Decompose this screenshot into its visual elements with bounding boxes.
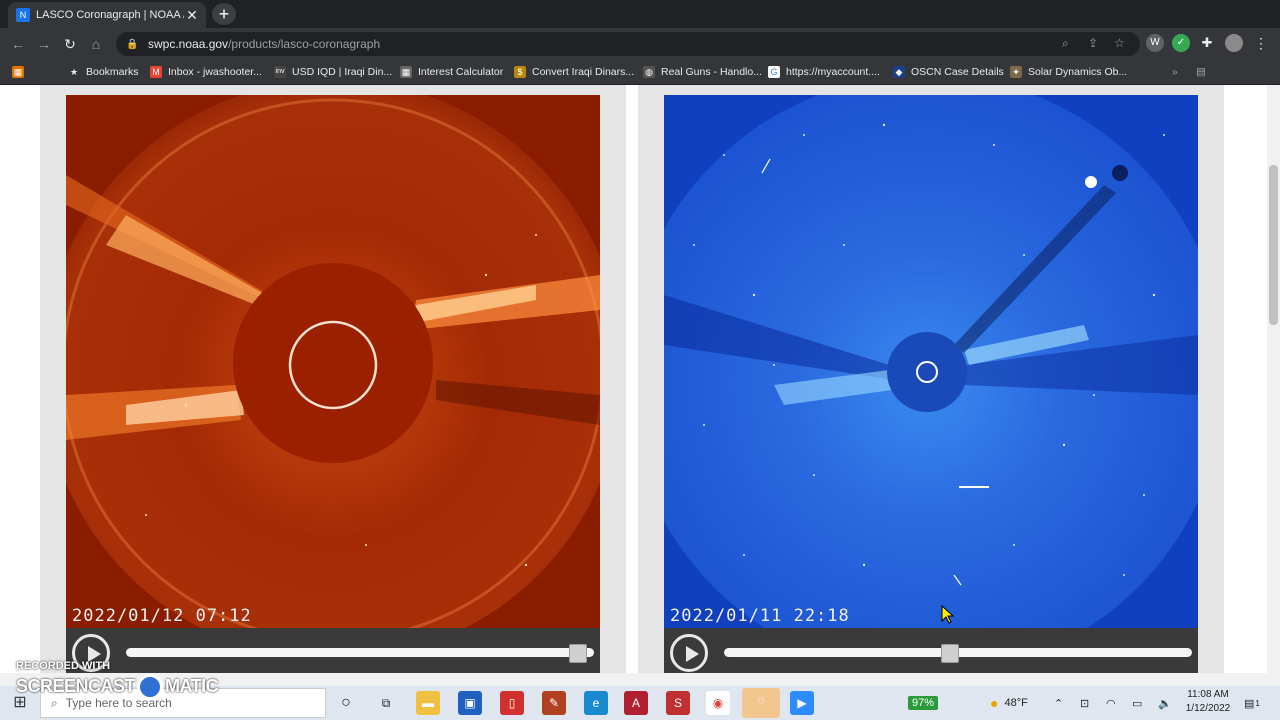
new-tab-button[interactable]: + (212, 3, 236, 25)
profile-avatar[interactable] (1225, 34, 1243, 52)
browser-tab[interactable]: N LASCO Coronagraph | NOAA / N ✕ (8, 2, 206, 28)
notifications-icon[interactable]: ▤ 1 (1244, 686, 1260, 720)
chrome-icon[interactable]: ◉ (706, 691, 730, 715)
battery-indicator[interactable]: 97% (908, 686, 939, 720)
extension-w-icon[interactable]: W (1146, 34, 1164, 52)
more-bookmarks-icon[interactable]: » (1172, 64, 1178, 80)
calculator-icon: ▦ (400, 66, 412, 78)
reading-list-icon[interactable]: ▤ (1196, 64, 1206, 80)
access-icon[interactable]: A (624, 691, 648, 715)
wifi-icon[interactable]: ◠ (1106, 686, 1116, 720)
weather-sun-icon: ● (990, 695, 999, 711)
back-icon[interactable]: ← (8, 34, 28, 54)
bookmark-item[interactable]: inv USD IQD | Iraqi Din... (274, 64, 392, 80)
power-icon[interactable]: ▭ (1132, 686, 1142, 720)
edge-icon[interactable]: e (584, 691, 608, 715)
volume-icon[interactable]: 🔈 (1158, 686, 1172, 720)
extension-check-icon[interactable]: ✓ (1172, 34, 1190, 52)
bookmark-item[interactable]: ✦ Solar Dynamics Ob... (1010, 64, 1127, 80)
tab-strip: N LASCO Coronagraph | NOAA / N ✕ + (0, 0, 1280, 28)
lock-icon: 🔒 (126, 38, 139, 50)
bookmark-item[interactable]: ★ Bookmarks (68, 64, 139, 80)
c3-image-svg (664, 95, 1198, 628)
meet-now-icon[interactable]: ⊡ (1080, 686, 1089, 720)
clock-time: 11:08 AM (1187, 689, 1229, 700)
coronagraph-image-c2: 2022/01/12 07:12 (66, 95, 600, 628)
tab-title: LASCO Coronagraph | NOAA / N (36, 9, 184, 21)
bookmark-item[interactable]: Ghttps://myaccount.... (768, 64, 880, 80)
weather-widget[interactable]: ● 48°F (990, 686, 1028, 720)
timeline-slider-c3[interactable] (724, 644, 1192, 663)
play-icon[interactable] (670, 634, 708, 672)
bookmark-star-icon[interactable]: ☆ (1114, 36, 1125, 50)
timestamp-c2: 2022/01/12 07:12 (72, 606, 252, 626)
investing-icon: inv (274, 66, 286, 78)
watermark-line2: SCREENCAST MATIC (16, 674, 219, 700)
url-host: swpc.noaa.gov (148, 37, 229, 51)
menu-kebab-icon[interactable]: ⋮ (1252, 34, 1270, 52)
url-path: /products/lasco-coronagraph (228, 37, 381, 51)
c2-image-svg (66, 95, 600, 628)
app-s-icon[interactable]: S (666, 691, 690, 715)
watermark-line1: RECORDED WITH (16, 660, 111, 672)
url-text: swpc.noaa.gov/products/lasco-coronagraph (148, 37, 380, 51)
home-icon[interactable]: ⌂ (86, 34, 106, 54)
timestamp-c3: 2022/01/11 22:18 (670, 606, 850, 626)
reader-app-icon[interactable]: ▯ (500, 691, 524, 715)
store-icon[interactable]: ▣ (458, 691, 482, 715)
star-icon: ★ (69, 67, 79, 77)
task-view-icon[interactable]: ⧉ (374, 691, 398, 715)
vertical-scrollbar[interactable] (1267, 85, 1280, 673)
mouse-cursor-icon (941, 605, 955, 624)
bookmark-item[interactable]: ◆ OSCN Case Details (893, 64, 1004, 80)
close-tab-icon[interactable]: ✕ (184, 7, 200, 24)
gmail-icon: M (150, 66, 162, 78)
bookmark-item[interactable]: ◍ Real Guns - Handlo... (643, 64, 762, 80)
slider-thumb[interactable] (941, 644, 959, 663)
reload-icon[interactable]: ↻ (60, 34, 80, 54)
tray-overflow-icon[interactable]: ⌃ (1054, 686, 1063, 720)
notification-count: 1 (1255, 698, 1260, 708)
globe-icon: ◍ (643, 66, 655, 78)
battery-percent: 97% (908, 696, 939, 710)
coronagraph-panel-c2: 2022/01/12 07:12 (40, 85, 626, 673)
bookmark-item[interactable]: M Inbox - jwashooter... (150, 64, 262, 80)
address-bar[interactable]: 🔒 swpc.noaa.gov/products/lasco-coronagra… (116, 32, 1140, 56)
screencast-watermark: RECORDED WITH SCREENCAST MATIC (12, 660, 242, 700)
coronagraph-image-c3: 2022/01/11 22:18 (664, 95, 1198, 628)
apps-grid-icon[interactable]: ▦ (12, 64, 24, 80)
forward-icon[interactable]: → (34, 34, 54, 54)
cortana-icon[interactable]: ○ (334, 691, 358, 715)
coins-icon: $ (514, 66, 526, 78)
zoom-icon[interactable]: ⌕ (1062, 36, 1069, 51)
share-icon[interactable]: ⇪ (1088, 36, 1098, 50)
slider-thumb[interactable] (569, 644, 587, 663)
bookmarks-bar: ▦ ★ Bookmarks M Inbox - jwashooter... inv U… (0, 60, 1280, 85)
noaa-favicon-icon: N (16, 8, 30, 22)
bookmark-item[interactable]: $ Convert Iraqi Dinars... (514, 64, 634, 80)
player-controls-c3 (664, 628, 1198, 673)
clock-date: 1/12/2022 (1185, 703, 1231, 714)
timeline-slider-c2[interactable] (126, 644, 594, 663)
system-clock[interactable]: 11:08 AM 1/12/2022 (1180, 688, 1236, 716)
scrollbar-thumb[interactable] (1269, 165, 1278, 325)
bookmark-item[interactable]: ▦ Interest Calculator (400, 64, 503, 80)
shield-icon: ◆ (893, 66, 905, 78)
page-content: 2022/01/12 07:12 2022/01/11 22:18 (0, 85, 1267, 673)
browser-toolbar: ← → ↻ ⌂ 🔒 swpc.noaa.gov/products/lasco-c… (0, 28, 1280, 60)
zoom-app-icon[interactable]: ▶ (790, 691, 814, 715)
google-icon: G (768, 66, 780, 78)
screencast-logo-icon (137, 674, 164, 700)
document-app-icon[interactable]: ✎ (542, 691, 566, 715)
satellite-icon: ✦ (1010, 66, 1022, 78)
weather-temperature: 48°F (1004, 697, 1028, 709)
active-app-icon[interactable]: ◌ (742, 688, 780, 718)
file-explorer-icon[interactable]: ▬ (416, 691, 440, 715)
extensions-puzzle-icon[interactable]: ✚ (1198, 34, 1216, 52)
coronagraph-panel-c3: 2022/01/11 22:18 (638, 85, 1224, 673)
